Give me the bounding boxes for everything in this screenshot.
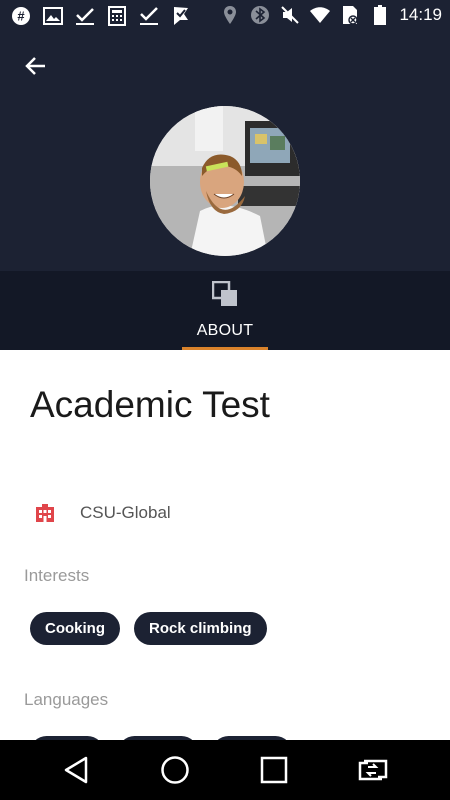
organization-row: CSU-Global [33, 501, 171, 525]
back-triangle-icon [64, 756, 88, 784]
flag-check-icon [170, 5, 192, 27]
avatar[interactable] [150, 106, 300, 256]
tab-bar: ABOUT [0, 271, 450, 350]
hashtag-icon: # [10, 5, 32, 27]
notification-icons: # [10, 5, 192, 27]
back-button[interactable] [18, 48, 54, 84]
tab-about[interactable]: ABOUT [182, 271, 268, 350]
screen-switch-icon [358, 759, 388, 781]
sim-icon [339, 4, 361, 26]
image-icon [42, 5, 64, 27]
check-icon [74, 5, 96, 27]
svg-text:#: # [17, 9, 25, 24]
nav-home-button[interactable] [155, 752, 195, 788]
mute-icon [279, 4, 301, 26]
checkmark-icon [138, 5, 160, 27]
interests-chips: Cooking Rock climbing [30, 612, 267, 645]
languages-label: Languages [24, 690, 109, 709]
profile-name: Academic Test [30, 384, 270, 425]
battery-icon [369, 4, 391, 26]
layers-icon [211, 280, 238, 307]
profile-header [0, 32, 450, 271]
avatar-photo [150, 106, 300, 256]
recents-square-icon [260, 756, 288, 784]
active-tab-indicator [182, 347, 268, 350]
status-bar: # 14:19 [0, 0, 450, 32]
tab-about-label: ABOUT [196, 322, 254, 339]
interest-chip[interactable]: Cooking [30, 612, 120, 645]
bluetooth-icon [249, 4, 271, 26]
nav-back-button[interactable] [56, 752, 96, 788]
system-nav-bar [0, 740, 450, 800]
interests-label: Interests [24, 566, 90, 585]
calculator-icon [106, 5, 128, 27]
nav-recents-button[interactable] [254, 752, 294, 788]
home-circle-icon [161, 756, 189, 784]
system-icons: 14:19 [219, 4, 442, 26]
location-icon [219, 4, 241, 26]
building-icon [33, 501, 57, 525]
status-time: 14:19 [399, 5, 442, 24]
interest-chip[interactable]: Rock climbing [134, 612, 267, 645]
back-arrow-icon [25, 57, 45, 75]
organization-name: CSU-Global [80, 503, 171, 522]
wifi-icon [309, 4, 331, 26]
nav-screen-switch-button[interactable] [353, 752, 393, 788]
